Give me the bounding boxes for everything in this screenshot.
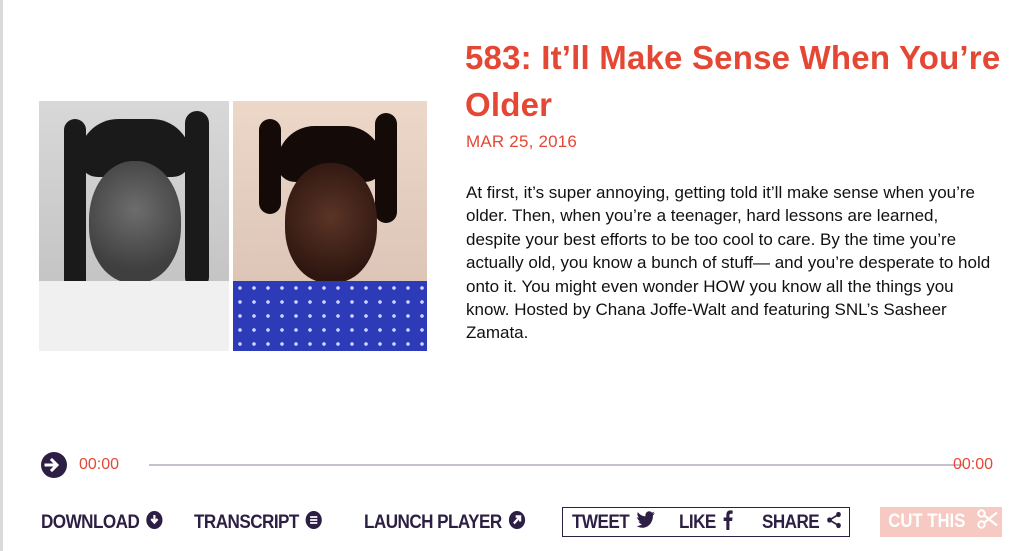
transcript-lines-icon (305, 510, 323, 536)
page-left-border (0, 0, 3, 551)
face (285, 163, 377, 283)
tweet-button[interactable]: TWEET (572, 507, 655, 539)
share-label: SHARE (762, 512, 820, 533)
share-icon (825, 511, 841, 535)
elapsed-time: 00:00 (79, 456, 120, 473)
episode-actions: DOWNLOAD TRANSCRIPT LAUNCH PLAYER TWEET … (41, 507, 1006, 539)
episode-image (39, 101, 427, 351)
launch-player-button[interactable]: LAUNCH PLAYER (364, 507, 526, 539)
cut-this-button[interactable]: CUT THIS (880, 507, 1002, 537)
child-photo-right (233, 101, 427, 351)
play-arrow-icon[interactable] (41, 452, 67, 478)
like-label: LIKE (679, 512, 716, 533)
download-button[interactable]: DOWNLOAD (41, 507, 164, 539)
download-circle-icon (146, 510, 164, 536)
duration-time: 00:00 (952, 456, 993, 473)
cut-this-label: CUT THIS (888, 511, 966, 532)
launch-player-label: LAUNCH PLAYER (364, 512, 502, 533)
launch-arrow-icon (508, 510, 526, 536)
episode-description: At first, it’s super annoying, getting t… (466, 183, 991, 343)
facebook-f-icon (722, 510, 733, 536)
episode-date: MAR 25, 2016 (466, 132, 578, 151)
share-button[interactable]: SHARE (762, 507, 842, 539)
twitter-bird-icon (635, 511, 655, 535)
child-photo-left (39, 101, 229, 351)
face (89, 161, 181, 283)
download-label: DOWNLOAD (41, 512, 140, 533)
social-share-group: TWEET LIKE SHARE (562, 507, 850, 537)
progress-track[interactable] (149, 464, 963, 466)
like-button[interactable]: LIKE (679, 507, 733, 539)
scissors-icon (977, 509, 999, 535)
transcript-label: TRANSCRIPT (194, 512, 299, 533)
transcript-button[interactable]: TRANSCRIPT (194, 507, 323, 539)
hair-braid-right (185, 111, 209, 289)
collar (39, 281, 229, 351)
audio-player: 00:00 00:00 (41, 452, 993, 478)
polka-dot-shirt (233, 281, 427, 351)
tweet-label: TWEET (572, 512, 630, 533)
episode-title[interactable]: 583: It’ll Make Sense When You’re Older (465, 34, 1005, 128)
